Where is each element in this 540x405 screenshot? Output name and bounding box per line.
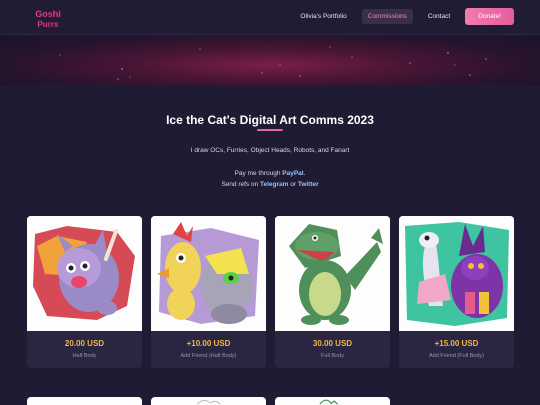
refs-or: or xyxy=(288,181,298,188)
card-artwork xyxy=(275,216,390,331)
pay-suffix: . xyxy=(303,170,306,177)
commission-card-row2-2[interactable] xyxy=(151,397,266,405)
intro-text: I draw OCs, Furries, Object Heads, Robot… xyxy=(190,147,350,154)
site-logo[interactable]: Goshi Purrs xyxy=(28,7,68,29)
payment-info: Pay me through PayPal. xyxy=(0,170,540,177)
card-label: Add Friend (Half Body) xyxy=(180,353,237,359)
commission-card-row2-1[interactable] xyxy=(27,397,142,405)
pay-prefix: Pay me through xyxy=(234,170,283,177)
card-artwork xyxy=(319,399,338,405)
card-artwork xyxy=(399,216,514,331)
card-price: 20.00 USD xyxy=(64,339,105,348)
commission-card-half-body[interactable]: 20.00 USD Half Body xyxy=(27,216,142,368)
card-artwork xyxy=(197,400,221,405)
commission-card-full-body[interactable]: 30.00 USD Full Body xyxy=(275,216,390,368)
commission-card-add-friend-full[interactable]: +15.00 USD Add Friend (Full Body) xyxy=(399,216,514,368)
commission-card-add-friend-half[interactable]: +10.00 USD Add Friend (Half Body) xyxy=(151,216,266,368)
card-price: +15.00 USD xyxy=(434,339,479,348)
refs-prefix: Send refs on xyxy=(221,181,260,188)
nav-commissions-link[interactable]: Commissions xyxy=(361,9,413,24)
card-label: Half Body xyxy=(72,353,97,359)
top-navbar: Goshi Purrs Olivia's Portfolio Commissio… xyxy=(0,0,540,35)
card-artwork xyxy=(151,216,266,331)
paypal-link[interactable]: PayPal xyxy=(282,170,303,177)
card-artwork xyxy=(27,216,142,331)
svg-text:Goshi: Goshi xyxy=(35,9,61,19)
commission-card-row2-3[interactable] xyxy=(275,397,390,405)
page-title: Ice the Cat's Digital Art Comms 2023 xyxy=(166,113,374,127)
nav-portfolio-link[interactable]: Olivia's Portfolio xyxy=(294,9,352,24)
donate-button[interactable]: Donate! xyxy=(465,8,514,25)
refs-info: Send refs on Telegram or Twitter xyxy=(0,181,540,188)
title-underline xyxy=(257,129,283,131)
card-price: 30.00 USD xyxy=(312,339,353,348)
svg-text:Purrs: Purrs xyxy=(38,20,59,29)
twitter-link[interactable]: Twitter xyxy=(298,181,319,188)
hero-banner xyxy=(0,35,540,85)
card-label: Full Body xyxy=(321,353,344,359)
telegram-link[interactable]: Telegram xyxy=(260,181,288,188)
card-price: +10.00 USD xyxy=(186,339,231,348)
card-label: Add Friend (Full Body) xyxy=(428,353,485,359)
nav-contact-link[interactable]: Contact xyxy=(422,9,456,24)
